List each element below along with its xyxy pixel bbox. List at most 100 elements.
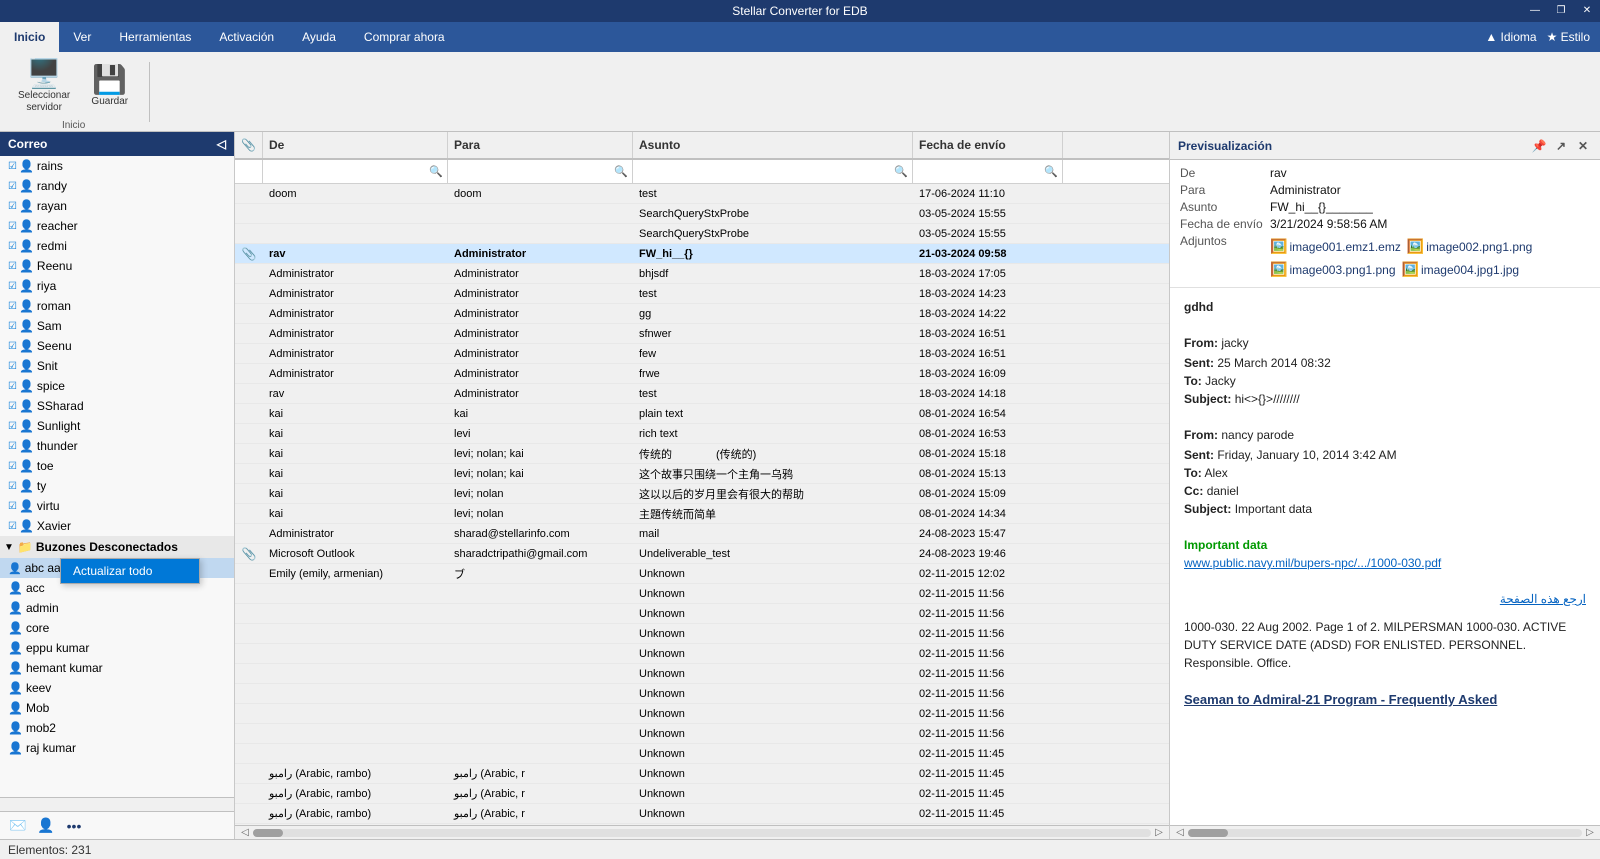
minimize-button[interactable]: — xyxy=(1522,0,1548,22)
email-list-scrollbar-h[interactable]: ◁ ▷ xyxy=(235,825,1169,839)
table-row[interactable]: Unknown 02-11-2015 11:56 xyxy=(235,724,1169,744)
table-row[interactable]: Administrator Administrator few 18-03-20… xyxy=(235,344,1169,364)
sidebar-item-redmi[interactable]: ☑ 👤 redmi xyxy=(0,236,234,256)
attachment-1[interactable]: 🖼️ image001.emz1.emz xyxy=(1270,238,1401,255)
actualizar-todo-menuitem[interactable]: Actualizar todo xyxy=(61,559,199,583)
table-row[interactable]: kai levi rich text 08-01-2024 16:53 xyxy=(235,424,1169,444)
tab-activacion[interactable]: Activación xyxy=(205,22,288,52)
table-row[interactable]: kai kai plain text 08-01-2024 16:54 xyxy=(235,404,1169,424)
sidebar-item-core[interactable]: 👤 core xyxy=(0,618,234,638)
table-row[interactable]: Administrator sharad@stellarinfo.com mai… xyxy=(235,524,1169,544)
sidebar-item-seenu[interactable]: ☑ 👤 Seenu xyxy=(0,336,234,356)
scrollbar-track[interactable] xyxy=(253,829,1151,837)
table-row[interactable]: kai levi; nolan; kai 这个故事只围绕一个主角一乌鸦 08-0… xyxy=(235,464,1169,484)
sidebar-item-randy[interactable]: ☑ 👤 randy xyxy=(0,176,234,196)
sidebar-item-toe[interactable]: ☑ 👤 toe xyxy=(0,456,234,476)
maximize-button[interactable]: ❐ xyxy=(1548,0,1574,22)
col-header-attach[interactable]: 📎 xyxy=(235,132,263,158)
sidebar-scrollbar-h[interactable] xyxy=(0,797,234,811)
scroll-left-icon[interactable]: ◁ xyxy=(1172,827,1188,838)
scroll-right-icon[interactable]: ▷ xyxy=(1582,827,1598,838)
attachment-3[interactable]: 🖼️ image003.png1.png xyxy=(1270,261,1396,278)
table-row[interactable]: Emily (emily, armenian) ブ Unknown 02-11-… xyxy=(235,564,1169,584)
people-nav-button[interactable]: 👤 xyxy=(34,815,58,837)
search-fecha-cell[interactable]: 🔍 xyxy=(913,160,1063,183)
search-de-input[interactable] xyxy=(267,166,429,178)
sidebar-item-ty[interactable]: ☑ 👤 ty xyxy=(0,476,234,496)
search-de-cell[interactable]: 🔍 xyxy=(263,160,448,183)
table-row[interactable]: Administrator Administrator sfnwer 18-03… xyxy=(235,324,1169,344)
sidebar-item-mob2[interactable]: 👤 mob2 xyxy=(0,718,234,738)
table-row[interactable]: Unknown 02-11-2015 11:45 xyxy=(235,744,1169,764)
table-row[interactable]: Administrator Administrator test 18-03-2… xyxy=(235,284,1169,304)
body-bottom-link[interactable]: Seaman to Admiral-21 Program - Frequentl… xyxy=(1184,690,1586,710)
table-row[interactable]: Unknown 02-11-2015 11:56 xyxy=(235,664,1169,684)
guardar-button[interactable]: 💾 Guardar xyxy=(82,53,137,118)
table-row[interactable]: kai levi; nolan; kai 传统的 (传统的) 08-01-202… xyxy=(235,444,1169,464)
table-row[interactable]: SearchQueryStxProbe 03-05-2024 15:55 xyxy=(235,224,1169,244)
sidebar-item-virtu[interactable]: ☑ 👤 virtu xyxy=(0,496,234,516)
table-row[interactable]: Unknown 02-11-2015 11:56 xyxy=(235,644,1169,664)
col-header-asunto[interactable]: Asunto xyxy=(633,132,913,158)
tab-herramientas[interactable]: Herramientas xyxy=(105,22,205,52)
body-link[interactable]: www.public.navy.mil/bupers-npc/.../1000-… xyxy=(1184,554,1586,572)
sidebar-item-eppu_kumar[interactable]: 👤 eppu kumar xyxy=(0,638,234,658)
search-asunto-cell[interactable]: 🔍 xyxy=(633,160,913,183)
search-asunto-input[interactable] xyxy=(637,166,894,178)
preview-scrollbar-h[interactable]: ◁ ▷ xyxy=(1170,825,1600,839)
table-row[interactable]: kai levi; nolan 这以以后的岁月里会有很大的帮助 08-01-20… xyxy=(235,484,1169,504)
sidebar-item-reacher[interactable]: ☑ 👤 reacher xyxy=(0,216,234,236)
estilo-button[interactable]: ★ Estilo xyxy=(1547,30,1590,44)
table-row[interactable]: Administrator Administrator frwe 18-03-2… xyxy=(235,364,1169,384)
more-nav-button[interactable]: ••• xyxy=(62,815,86,837)
sidebar-item-thunder[interactable]: ☑ 👤 thunder xyxy=(0,436,234,456)
search-para-input[interactable] xyxy=(452,166,614,178)
sidebar-item-riya[interactable]: ☑ 👤 riya xyxy=(0,276,234,296)
sidebar-item-hemant_kumar[interactable]: 👤 hemant kumar xyxy=(0,658,234,678)
sidebar-item-roman[interactable]: ☑ 👤 roman xyxy=(0,296,234,316)
col-header-de[interactable]: De xyxy=(263,132,448,158)
sidebar-item-rains[interactable]: ☑ 👤 rains xyxy=(0,156,234,176)
sidebar-item-spice[interactable]: ☑ 👤 spice xyxy=(0,376,234,396)
close-button[interactable]: ✕ xyxy=(1574,0,1600,22)
table-row[interactable]: SearchQueryStxProbe 03-05-2024 15:55 xyxy=(235,204,1169,224)
tab-ver[interactable]: Ver xyxy=(59,22,105,52)
table-row[interactable]: رامبو (Arabic, rambo) رامبو (Arabic, r U… xyxy=(235,804,1169,824)
table-row[interactable]: Unknown 02-11-2015 11:56 xyxy=(235,704,1169,724)
table-row[interactable]: Unknown 02-11-2015 11:56 xyxy=(235,624,1169,644)
col-header-fecha[interactable]: Fecha de envío xyxy=(913,132,1063,158)
tab-comprar[interactable]: Comprar ahora xyxy=(350,22,459,52)
sidebar-item-sam[interactable]: ☑ 👤 Sam xyxy=(0,316,234,336)
idioma-button[interactable]: ▲ Idioma xyxy=(1485,30,1536,44)
sidebar-item-sunlight[interactable]: ☑ 👤 Sunlight xyxy=(0,416,234,436)
sidebar-collapse-icon[interactable]: ◁ xyxy=(217,137,226,151)
table-row[interactable]: kai levi; nolan 主題传统而简单 08-01-2024 14:34 xyxy=(235,504,1169,524)
table-row[interactable]: رامبو (Arabic, rambo) رامبو (Arabic, r U… xyxy=(235,764,1169,784)
table-row[interactable]: rav Administrator test 18-03-2024 14:18 xyxy=(235,384,1169,404)
sidebar-item-admin[interactable]: 👤 admin xyxy=(0,598,234,618)
table-row[interactable]: doom doom test 17-06-2024 11:10 xyxy=(235,184,1169,204)
scrollbar-thumb[interactable] xyxy=(253,829,283,837)
sidebar-item-mob[interactable]: 👤 Mob xyxy=(0,698,234,718)
sidebar-item-rayan[interactable]: ☑ 👤 rayan xyxy=(0,196,234,216)
sidebar-item-xavier[interactable]: ☑ 👤 Xavier xyxy=(0,516,234,536)
attachment-4[interactable]: 🖼️ image004.jpg1.jpg xyxy=(1402,261,1520,278)
sidebar-item-ssharad[interactable]: ☑ 👤 SSharad xyxy=(0,396,234,416)
body-arabic-link[interactable]: ارجع هذه الصفحة xyxy=(1184,590,1586,608)
mail-nav-button[interactable]: ✉️ xyxy=(6,815,30,837)
search-fecha-input[interactable] xyxy=(917,166,1044,178)
attachment-2[interactable]: 🖼️ image002.png1.png xyxy=(1407,238,1533,255)
seleccionar-servidor-button[interactable]: 🖥️ Seleccionarservidor xyxy=(10,53,78,118)
tab-inicio[interactable]: Inicio xyxy=(0,22,59,52)
table-row[interactable]: Unknown 02-11-2015 11:56 xyxy=(235,604,1169,624)
search-para-cell[interactable]: 🔍 xyxy=(448,160,633,183)
preview-scroll-thumb[interactable] xyxy=(1188,829,1228,837)
disconnected-section[interactable]: ▼ 📁 Buzones Desconectados xyxy=(0,536,234,558)
sidebar-item-keev[interactable]: 👤 keev xyxy=(0,678,234,698)
preview-close-button[interactable]: ✕ xyxy=(1574,137,1592,155)
sidebar-item-snit[interactable]: ☑ 👤 Snit xyxy=(0,356,234,376)
table-row[interactable]: Unknown 02-11-2015 11:56 xyxy=(235,684,1169,704)
preview-pin-button[interactable]: 📌 xyxy=(1530,137,1548,155)
col-header-para[interactable]: Para xyxy=(448,132,633,158)
table-row[interactable]: Administrator Administrator bhjsdf 18-03… xyxy=(235,264,1169,284)
